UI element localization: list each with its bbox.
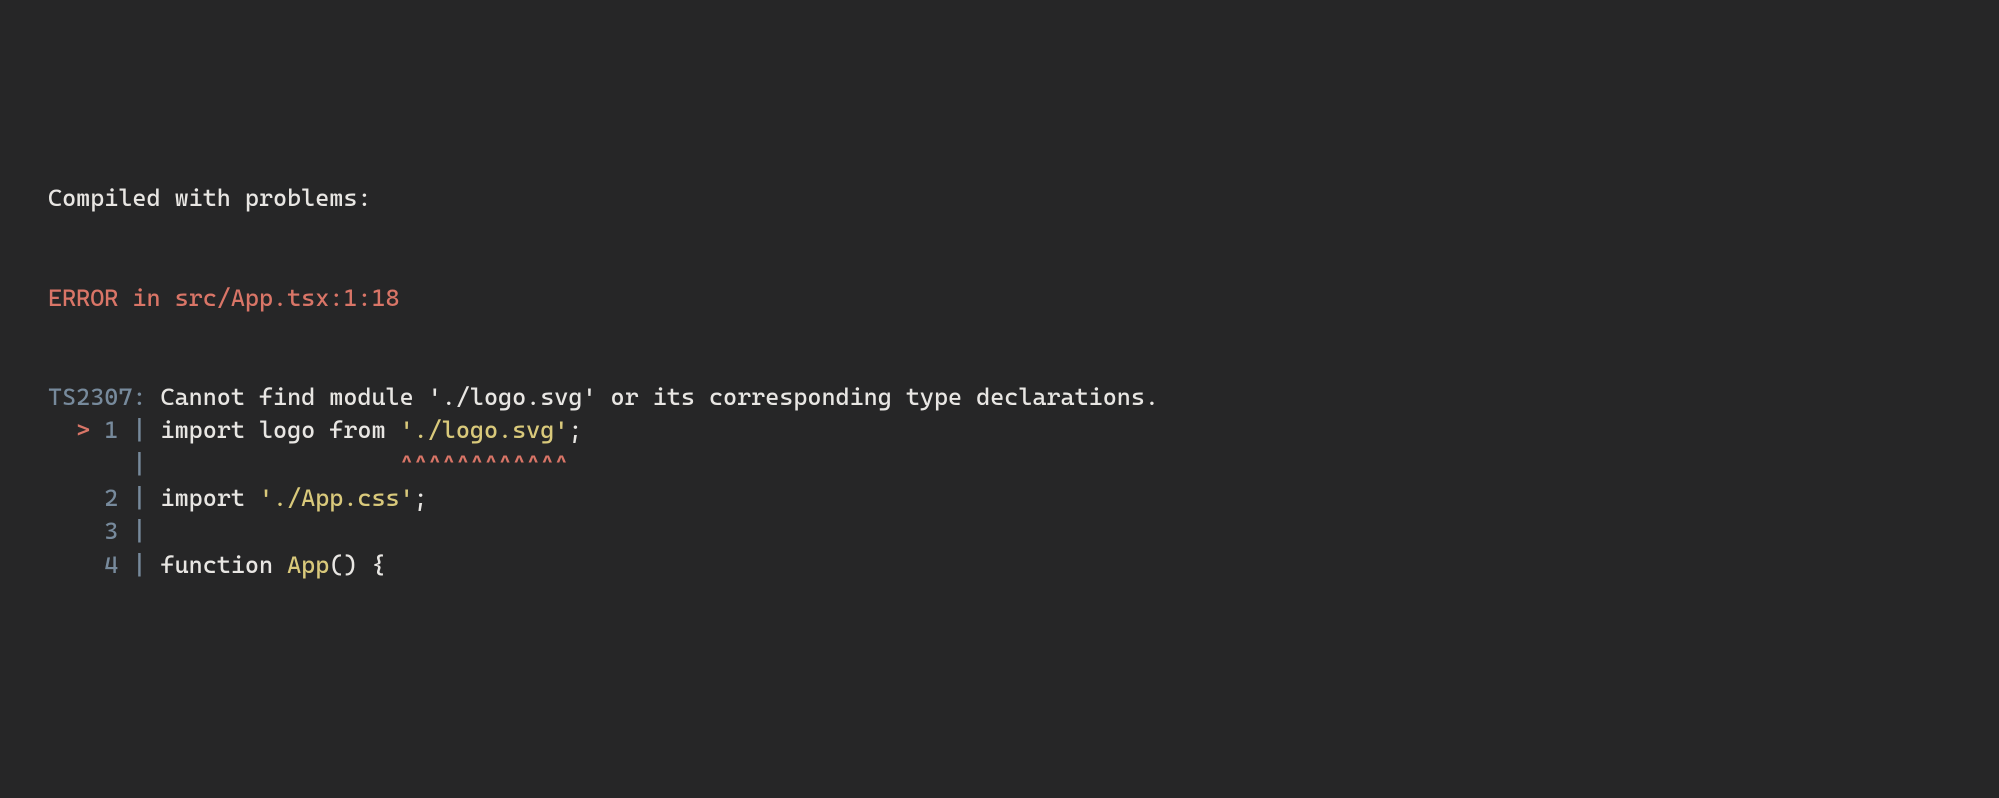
open-brace: { (371, 551, 385, 579)
ts-error-message: Cannot find module './logo.svg' or its c… (146, 383, 1159, 411)
function-name: App (287, 551, 329, 579)
identifier: logo (259, 416, 315, 444)
semicolon: ; (414, 484, 428, 512)
keyword-function: function (161, 551, 274, 579)
error-prefix: ERROR in (48, 284, 175, 312)
error-underline: ^^^^^^^^^^^^ (400, 450, 569, 478)
compile-header: Compiled with problems: (48, 182, 1951, 216)
code-line-4: 4 | function App() { (48, 549, 1951, 583)
line-number: 1 (104, 416, 118, 444)
underline-line: | ^^^^^^^^^^^^ (48, 448, 1951, 482)
code-line-3: 3 | (48, 515, 1951, 549)
semicolon: ; (568, 416, 582, 444)
gutter-pipe: | (118, 416, 160, 444)
parentheses: () (329, 551, 357, 579)
line-number: 2 (104, 484, 118, 512)
gutter-pipe: | (118, 484, 160, 512)
code-line-2: 2 | import './App.css'; (48, 482, 1951, 516)
error-file-loc: src/App.tsx:1:18 (175, 284, 400, 312)
string-literal: './App.css' (259, 484, 414, 512)
keyword-import: import (161, 484, 245, 512)
keyword-from: from (329, 416, 385, 444)
gutter-pipe: | (118, 551, 160, 579)
error-caret: > (48, 416, 104, 444)
code-line-1: > 1 | import logo from './logo.svg'; (48, 414, 1951, 448)
line-number: 3 (104, 517, 118, 545)
string-literal: './logo.svg' (400, 416, 569, 444)
ts-error-code: TS2307: (48, 383, 146, 411)
line-number: 4 (104, 551, 118, 579)
gutter-pipe: | (132, 450, 160, 478)
gutter-pipe: | (118, 517, 146, 545)
keyword-import: import (161, 416, 245, 444)
ts-error-line: TS2307: Cannot find module './logo.svg' … (48, 381, 1951, 415)
error-location: ERROR in src/App.tsx:1:18 (48, 282, 1951, 316)
